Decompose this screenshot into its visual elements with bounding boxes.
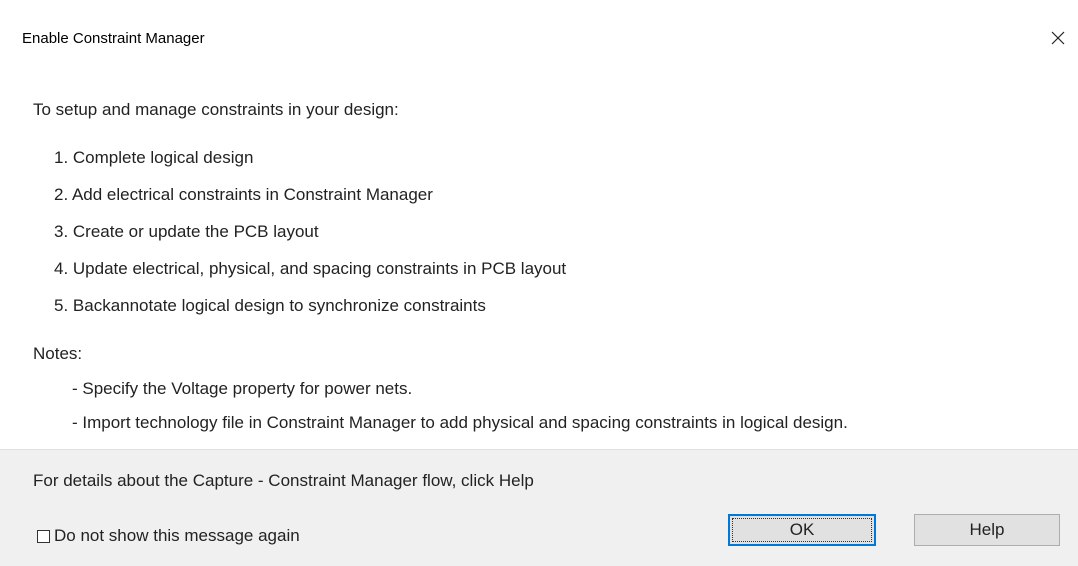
enable-constraint-manager-dialog: Enable Constraint Manager To setup and m… (0, 0, 1078, 566)
details-text: For details about the Capture - Constrai… (33, 471, 534, 490)
do-not-show-label[interactable]: Do not show this message again (54, 526, 300, 546)
note-item: - Specify the Voltage property for power… (72, 379, 413, 398)
step-item: 3. Create or update the PCB layout (54, 222, 319, 241)
step-item: 4. Update electrical, physical, and spac… (54, 259, 567, 278)
steps-list: 1. Complete logical design 2. Add electr… (54, 148, 566, 333)
dialog-title: Enable Constraint Manager (22, 30, 205, 47)
ok-button-label: OK (789, 520, 815, 539)
help-button-label: Help (969, 520, 1005, 539)
dialog-footer: For details about the Capture - Constrai… (0, 449, 1078, 566)
close-button[interactable] (1044, 24, 1072, 52)
title-bar: Enable Constraint Manager (0, 0, 1078, 74)
dialog-content: To setup and manage constraints in your … (0, 74, 1078, 449)
do-not-show-checkbox-row[interactable]: Do not show this message again (37, 526, 300, 546)
intro-text: To setup and manage constraints in your … (33, 100, 399, 119)
close-icon (1051, 31, 1065, 45)
help-button[interactable]: Help (914, 514, 1060, 546)
ok-button[interactable]: OK (728, 514, 876, 546)
do-not-show-checkbox[interactable] (37, 529, 50, 543)
notes-label: Notes: (33, 344, 83, 363)
note-item: - Import technology file in Constraint M… (72, 413, 848, 432)
step-item: 5. Backannotate logical design to synchr… (54, 296, 486, 315)
step-item: 1. Complete logical design (54, 148, 254, 167)
step-item: 2. Add electrical constraints in Constra… (54, 185, 433, 204)
notes-list: - Specify the Voltage property for power… (72, 379, 848, 447)
